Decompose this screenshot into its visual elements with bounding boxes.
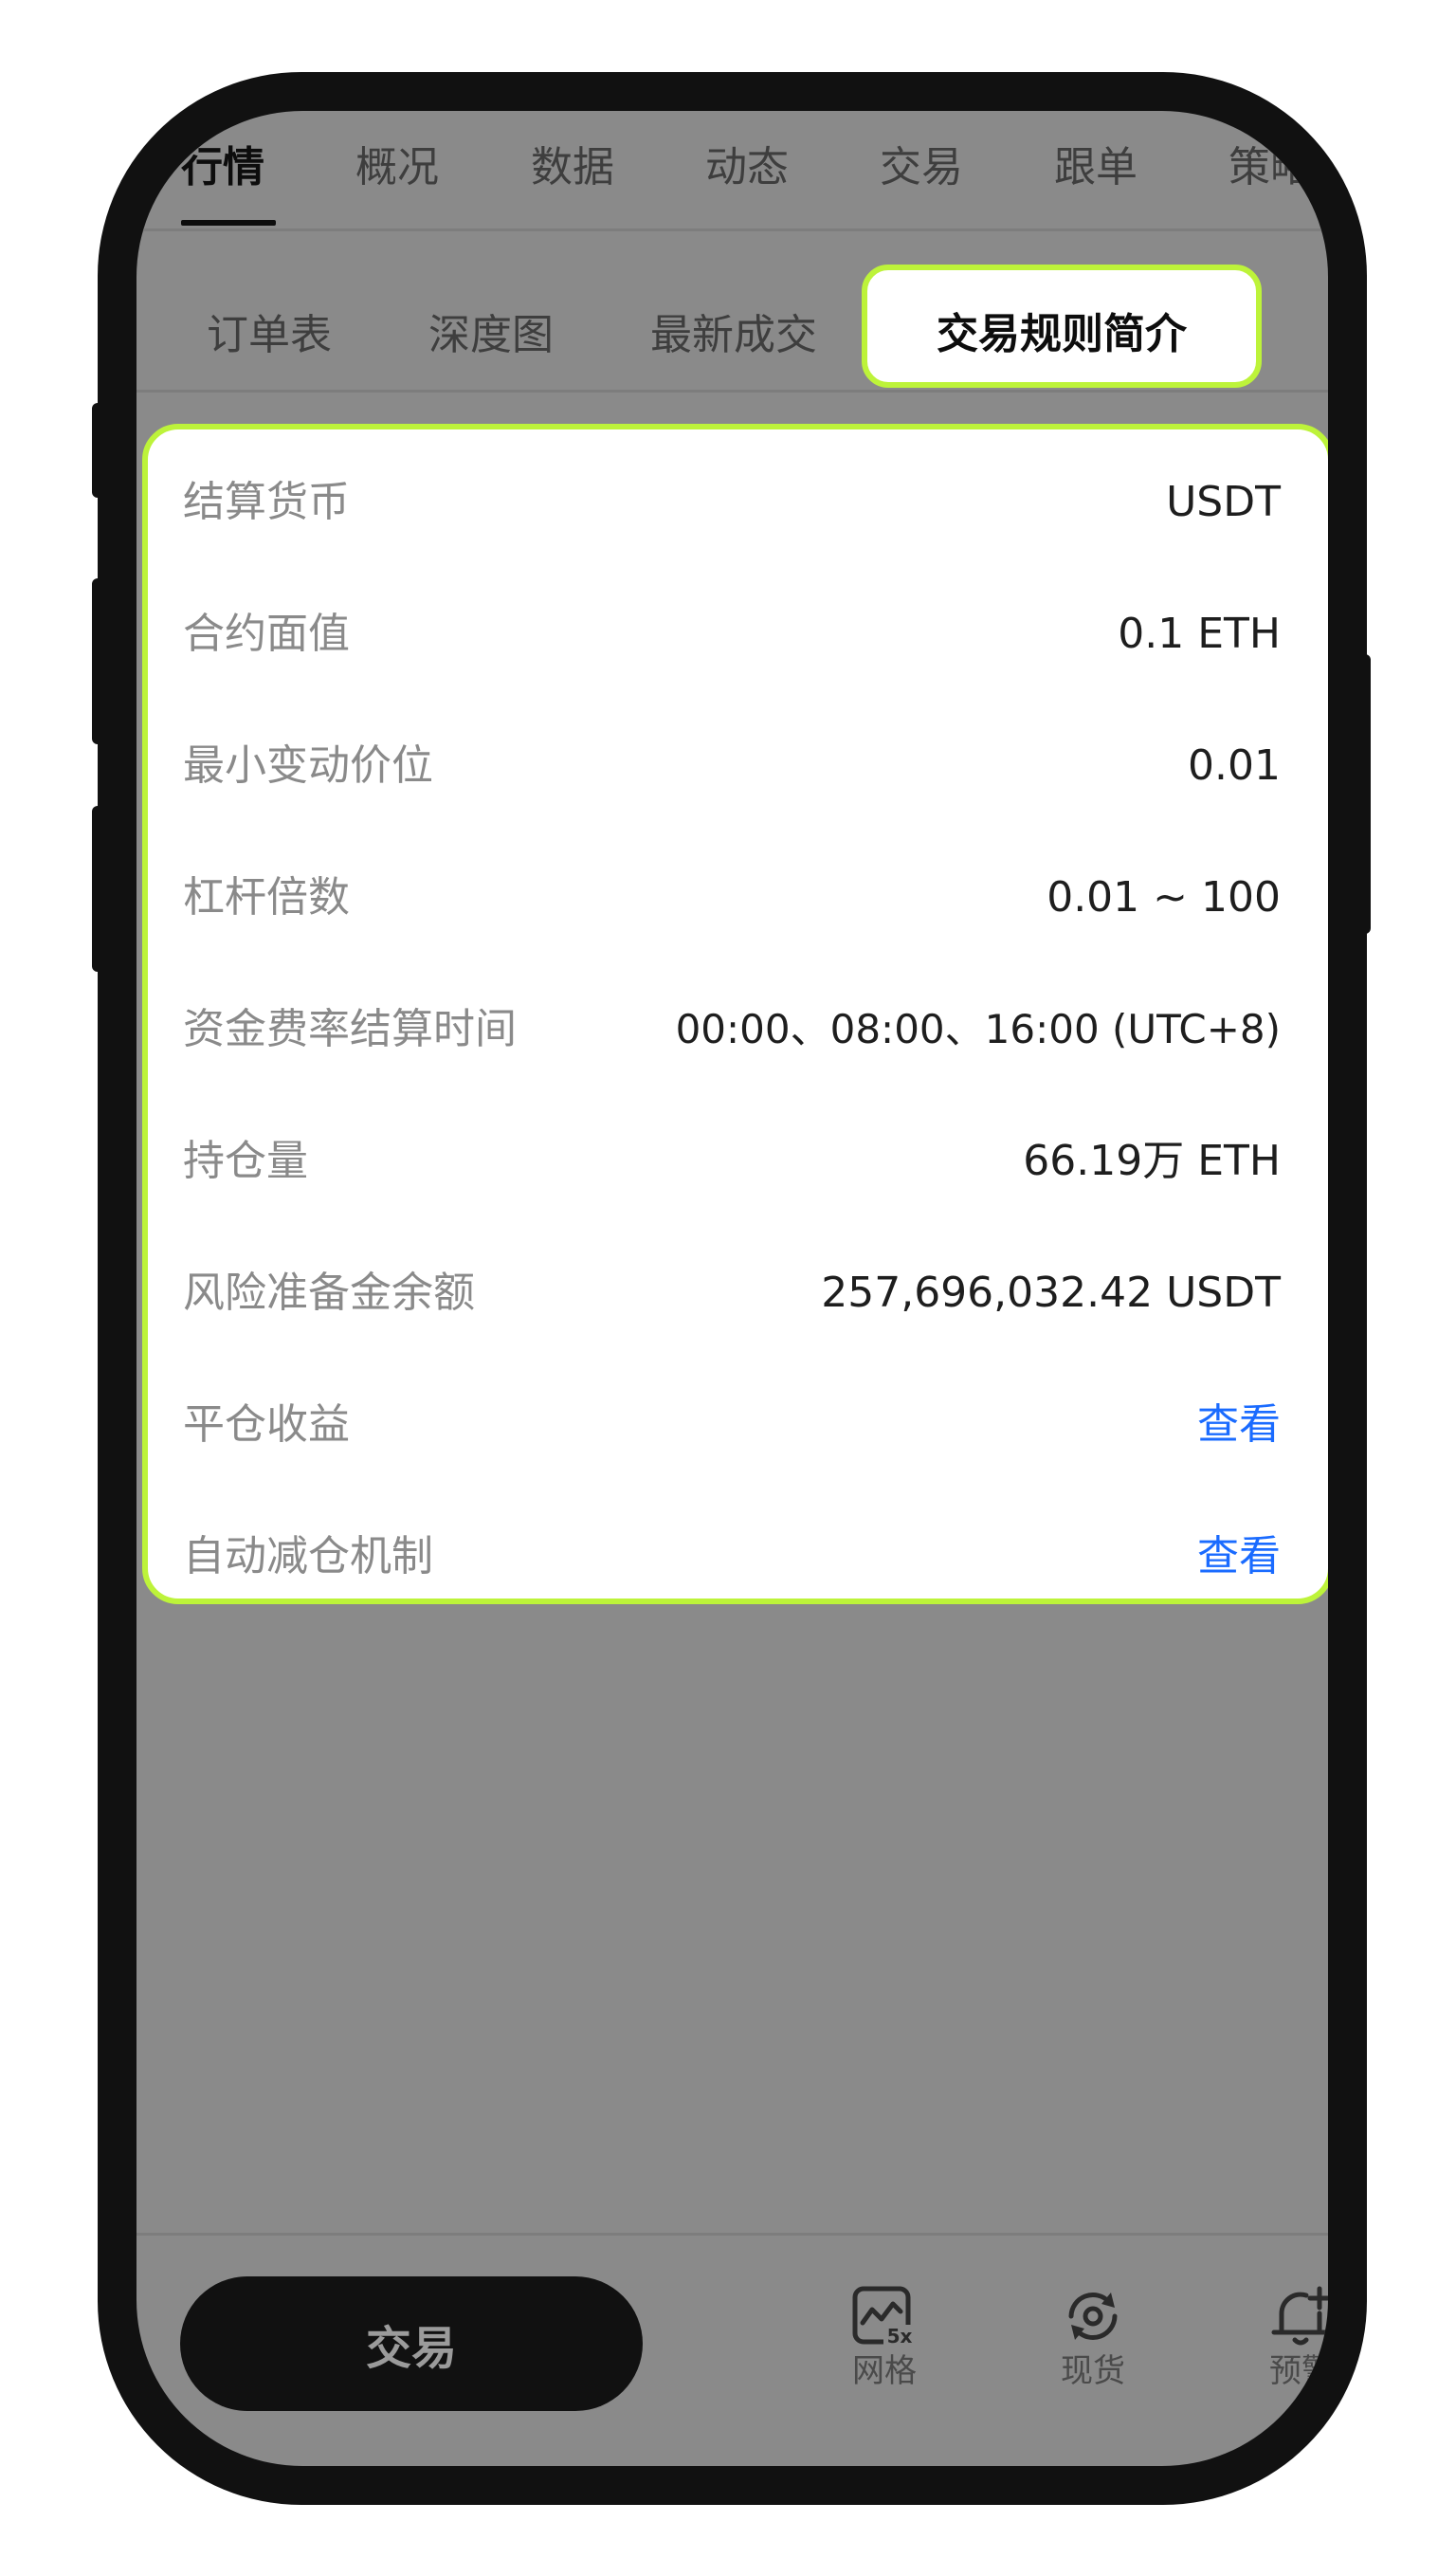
subtab-latest-trades[interactable]: 最新成交 xyxy=(650,315,817,356)
active-tab-indicator xyxy=(181,220,276,226)
alert-bell-icon xyxy=(1268,2285,1328,2348)
rule-row-close-pnl: 平仓收益 查看 xyxy=(148,1392,1328,1458)
rule-label: 杠杆倍数 xyxy=(183,873,350,922)
nav-price-alert-label: 预警 xyxy=(1269,2352,1328,2390)
spot-icon xyxy=(1060,2285,1126,2348)
grid-bot-icon: 5x xyxy=(851,2285,918,2348)
rule-label: 风险准备金余额 xyxy=(183,1269,475,1317)
rule-value: 0.1 ETH xyxy=(1118,610,1281,658)
rule-row-leverage: 杠杆倍数 0.01 ~ 100 xyxy=(148,865,1328,931)
rule-value: 0.01 ~ 100 xyxy=(1046,873,1281,922)
top-tab-bar: 行情 概况 数据 动态 交易 跟单 策略 xyxy=(136,111,1328,231)
nav-price-alert[interactable]: 预警 xyxy=(1240,2285,1328,2387)
bottom-action-bar: 交易 5x 网格 现货 预警 xyxy=(136,2233,1328,2466)
tab-data[interactable]: 数据 xyxy=(531,147,614,189)
rule-label: 平仓收益 xyxy=(183,1400,350,1449)
nav-spot-label: 现货 xyxy=(1061,2352,1125,2390)
rule-label: 持仓量 xyxy=(183,1137,308,1185)
subtab-trading-rules-label: 交易规则简介 xyxy=(937,310,1187,358)
view-close-pnl-link[interactable]: 查看 xyxy=(1197,1401,1281,1449)
trade-button[interactable]: 交易 xyxy=(180,2276,643,2411)
rule-label: 结算货币 xyxy=(183,478,350,526)
rule-value: 00:00、08:00、16:00 (UTC+8) xyxy=(675,1006,1281,1052)
rule-value: 66.19万 ETH xyxy=(1023,1137,1281,1185)
rule-value: 0.01 xyxy=(1188,741,1281,790)
tab-copy-trading[interactable]: 跟单 xyxy=(1054,147,1138,189)
rule-value: USDT xyxy=(1166,478,1281,526)
rule-row-insurance-fund: 风险准备金余额 257,696,032.42 USDT xyxy=(148,1260,1328,1326)
rule-value: 257,696,032.42 USDT xyxy=(821,1269,1281,1317)
nav-grid-bot-label: 网格 xyxy=(852,2352,917,2390)
tab-strategy[interactable]: 策略 xyxy=(1228,147,1312,189)
sub-tab-bar: 订单表 深度图 最新成交 交易规则简介 xyxy=(136,228,1328,393)
rule-label: 资金费率结算时间 xyxy=(183,1005,517,1053)
tab-news[interactable]: 动态 xyxy=(705,147,789,189)
grid-bot-badge: 5x xyxy=(887,2325,913,2348)
rule-row-tick-size: 最小变动价位 0.01 xyxy=(148,733,1328,799)
subtab-trading-rules[interactable]: 交易规则简介 xyxy=(862,265,1262,388)
rule-label: 最小变动价位 xyxy=(183,741,433,790)
rule-row-open-interest: 持仓量 66.19万 ETH xyxy=(148,1128,1328,1195)
subtab-depth-chart[interactable]: 深度图 xyxy=(428,315,554,356)
rule-row-settlement-currency: 结算货币 USDT xyxy=(148,469,1328,536)
subtab-order-book[interactable]: 订单表 xyxy=(207,315,332,356)
rule-row-funding-time: 资金费率结算时间 00:00、08:00、16:00 (UTC+8) xyxy=(148,996,1328,1063)
rule-row-auto-deleveraging: 自动减仓机制 查看 xyxy=(148,1524,1328,1590)
rule-label: 合约面值 xyxy=(183,610,350,658)
nav-grid-bot[interactable]: 5x 网格 xyxy=(823,2285,946,2387)
nav-spot[interactable]: 现货 xyxy=(1031,2285,1155,2387)
tab-market[interactable]: 行情 xyxy=(181,147,264,189)
tab-trade[interactable]: 交易 xyxy=(880,147,963,189)
trading-rules-card: 结算货币 USDT 合约面值 0.1 ETH 最小变动价位 0.01 杠杆倍数 … xyxy=(142,424,1328,1604)
rule-label: 自动减仓机制 xyxy=(183,1532,433,1580)
app-screen: 行情 概况 数据 动态 交易 跟单 策略 订单表 深度图 最新成交 交易规则简介… xyxy=(136,111,1328,2466)
rule-row-contract-size: 合约面值 0.1 ETH xyxy=(148,601,1328,667)
view-adl-link[interactable]: 查看 xyxy=(1197,1533,1281,1580)
phone-frame: 行情 概况 数据 动态 交易 跟单 策略 订单表 深度图 最新成交 交易规则简介… xyxy=(98,72,1367,2505)
tab-overview[interactable]: 概况 xyxy=(355,147,439,189)
